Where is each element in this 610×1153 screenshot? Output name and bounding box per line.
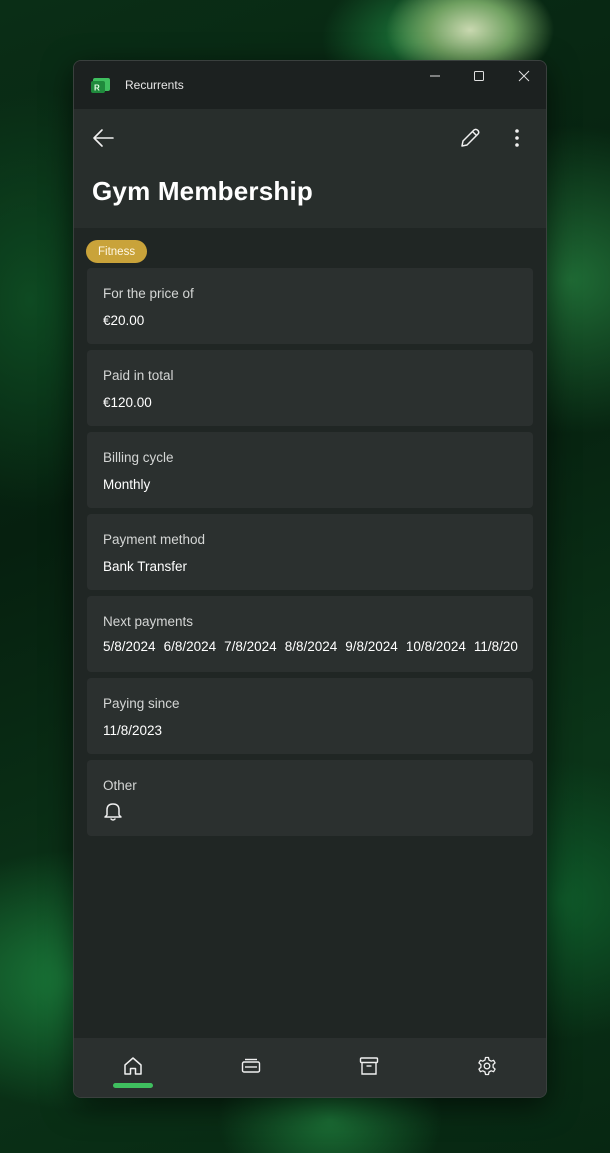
payment-date: 9/8/2024	[345, 639, 398, 654]
page-title: Gym Membership	[92, 176, 313, 206]
minimize-icon	[430, 75, 440, 77]
title-bar: R Recurrents	[74, 61, 546, 109]
payment-date: 6/8/2024	[163, 639, 217, 654]
paying-since-label: Paying since	[103, 696, 180, 711]
close-button[interactable]	[501, 61, 546, 91]
payment-date: 10/8/2024	[405, 639, 466, 654]
price-value: €20.00	[103, 313, 145, 328]
settings-icon	[478, 1056, 496, 1076]
payment-method-value: Bank Transfer	[103, 559, 188, 574]
next-payments-card: Next payments 5/8/2024 6/8/2024 7/8/2024…	[87, 596, 533, 672]
price-card: For the price of €20.00	[87, 268, 533, 344]
home-icon	[124, 1057, 142, 1075]
payment-date: 8/8/2024	[284, 639, 338, 654]
other-card: Other	[87, 760, 533, 836]
payment-date: 11/8/2024	[473, 639, 518, 654]
bell-icon[interactable]	[102, 800, 124, 822]
archive-icon	[359, 1057, 379, 1075]
close-icon	[518, 70, 530, 82]
minimize-button[interactable]	[412, 61, 458, 91]
paid-total-value: €120.00	[103, 395, 152, 410]
paying-since-card: Paying since 11/8/2023	[87, 678, 533, 754]
more-vertical-icon	[515, 129, 519, 147]
payment-method-label: Payment method	[103, 532, 206, 547]
page-header: Gym Membership	[74, 109, 546, 228]
more-options-button[interactable]	[504, 125, 530, 151]
price-label: For the price of	[103, 286, 194, 301]
other-label: Other	[103, 778, 137, 793]
edit-button[interactable]	[457, 125, 483, 151]
pencil-icon	[461, 128, 480, 147]
category-tag[interactable]: Fitness	[86, 240, 148, 263]
active-tab-indicator	[113, 1083, 153, 1088]
window-title: Recurrents	[125, 78, 184, 92]
payment-method-card: Payment method Bank Transfer	[87, 514, 533, 590]
details-content: Fitness For the price of €20.00 Paid in …	[74, 228, 546, 1038]
card-icon	[241, 1058, 261, 1073]
nav-subscriptions[interactable]	[236, 1052, 266, 1080]
next-payments-label: Next payments	[103, 614, 194, 629]
billing-cycle-value: Monthly	[103, 477, 151, 492]
arrow-left-icon	[93, 129, 114, 147]
svg-text:R: R	[94, 84, 100, 93]
app-window: R Recurrents Gym Membership Fitness For …	[73, 60, 547, 1098]
recurrents-logo-icon: R	[91, 78, 110, 93]
back-button[interactable]	[90, 125, 116, 151]
billing-cycle-label: Billing cycle	[103, 450, 174, 465]
next-payments-list[interactable]: 5/8/2024 6/8/2024 7/8/2024 8/8/2024 9/8/…	[103, 639, 518, 654]
billing-cycle-card: Billing cycle Monthly	[87, 432, 533, 508]
nav-archive[interactable]	[354, 1052, 384, 1080]
maximize-button[interactable]	[456, 61, 502, 91]
maximize-icon	[474, 71, 484, 81]
paying-since-value: 11/8/2023	[103, 723, 163, 738]
nav-settings[interactable]	[472, 1052, 502, 1080]
bottom-navigation	[74, 1038, 546, 1097]
nav-home[interactable]	[118, 1052, 148, 1080]
paid-total-card: Paid in total €120.00	[87, 350, 533, 426]
payment-date: 5/8/2024	[103, 639, 156, 654]
payment-date: 7/8/2024	[224, 639, 277, 654]
paid-total-label: Paid in total	[103, 368, 174, 383]
